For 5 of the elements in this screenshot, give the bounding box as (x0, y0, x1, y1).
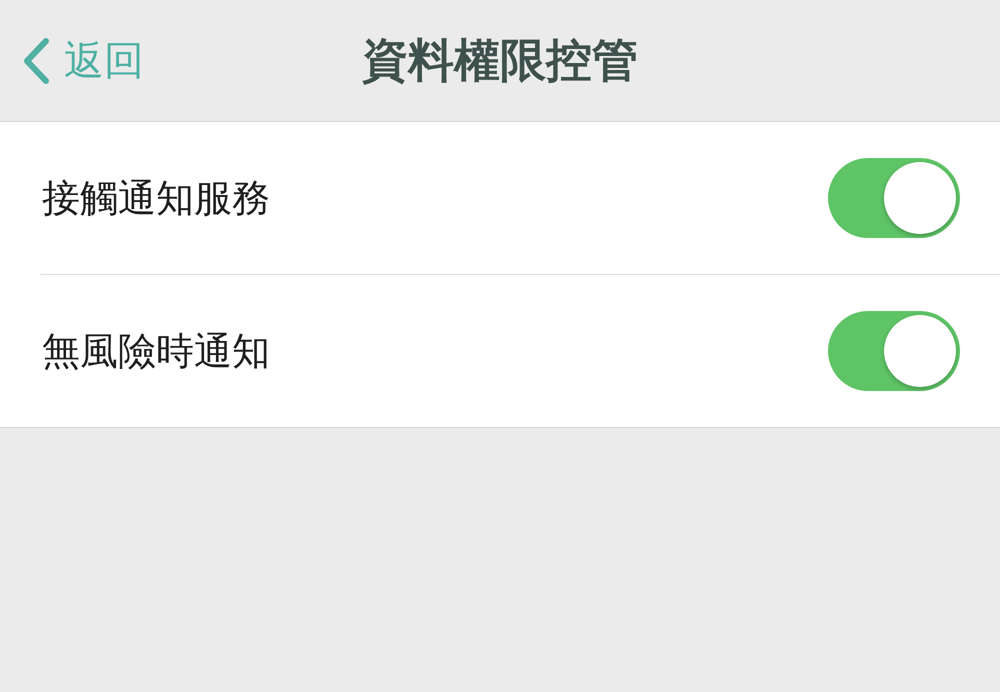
back-button[interactable]: 返回 (0, 33, 144, 88)
chevron-left-icon (22, 36, 50, 84)
page-title: 資料權限控管 (362, 32, 638, 88)
setting-label: 接觸通知服務 (41, 174, 270, 222)
setting-label: 無風險時通知 (41, 328, 270, 374)
